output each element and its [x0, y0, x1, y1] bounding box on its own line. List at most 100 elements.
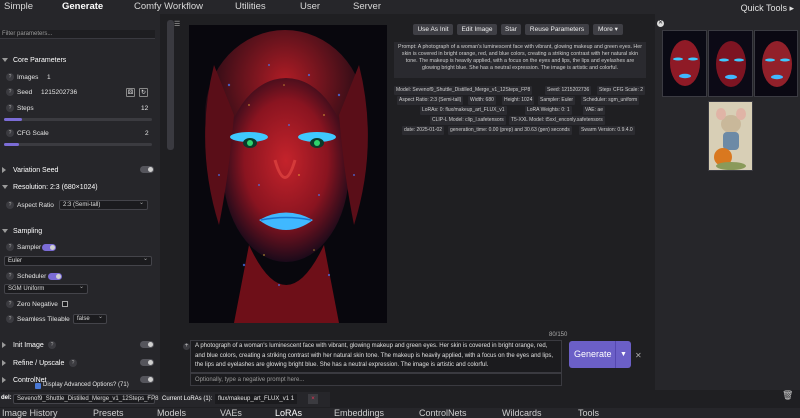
tab-vaes[interactable]: VAEs — [220, 408, 242, 418]
images-value[interactable]: 1 — [47, 74, 51, 81]
zero-negative-param: ? Zero Negative — [0, 298, 160, 310]
scheduler-toggle[interactable] — [48, 273, 62, 280]
variation-seed-toggle[interactable] — [140, 166, 154, 173]
token-counter: 80/150 — [549, 332, 568, 338]
core-parameters-header[interactable]: Core Parameters — [0, 54, 160, 66]
meta-width: Width: 680 — [468, 96, 496, 105]
cfg-param: ? CFG Scale 2 — [0, 127, 160, 139]
steps-label: Steps — [17, 104, 34, 112]
tab-tools[interactable]: Tools — [578, 408, 599, 418]
lora-chip[interactable]: flux/makeup_art_FLUX_v1 1 — [215, 394, 298, 404]
bottom-tabs: Image History Presets Models VAEs LoRAs … — [0, 408, 800, 418]
help-icon[interactable]: ? — [6, 300, 14, 308]
core-parameters-title: Core Parameters — [13, 56, 67, 64]
reuse-parameters-button[interactable]: Reuse Parameters — [525, 24, 589, 35]
generated-image[interactable] — [189, 25, 387, 323]
tab-comfy-workflow[interactable]: Comfy Workflow — [134, 1, 203, 12]
resolution-title: Resolution: 2:3 (680×1024) — [13, 183, 98, 191]
seed-input[interactable]: 1215202736 — [41, 89, 77, 96]
meta-date: date: 2025-01-02 — [402, 126, 445, 135]
steps-slider-fill — [4, 118, 22, 121]
aspect-ratio-select[interactable]: 2:3 (Semi-tall) — [59, 199, 148, 210]
use-as-init-button[interactable]: Use As Init — [413, 24, 453, 35]
tab-simple[interactable]: Simple — [4, 1, 33, 12]
help-icon[interactable]: ? — [48, 341, 56, 349]
seamless-select[interactable]: false — [73, 313, 107, 324]
edit-image-button[interactable]: Edit Image — [457, 24, 497, 35]
current-loras-label: Current LoRAs (1): — [162, 396, 213, 402]
cancel-icon[interactable]: ✕ — [635, 351, 642, 360]
generate-options-icon[interactable]: ▼ — [615, 341, 631, 368]
help-icon[interactable]: ? — [6, 104, 14, 112]
sampler-toggle[interactable] — [42, 244, 56, 251]
advanced-options-checkbox[interactable] — [35, 383, 41, 389]
random-seed-icon[interactable]: ⚄ — [126, 87, 135, 97]
help-icon[interactable]: ? — [6, 201, 14, 209]
variation-seed-title: Variation Seed — [13, 166, 59, 174]
negative-prompt-input[interactable]: Optionally, type a negative prompt here.… — [190, 373, 562, 386]
refine-upscale-toggle[interactable] — [140, 359, 154, 366]
model-select[interactable]: Sevenof9_Shuttle_Distilled_Merge_v1_12St… — [13, 393, 158, 404]
sampling-header[interactable]: Sampling — [0, 225, 160, 237]
tab-controlnets[interactable]: ControlNets — [419, 408, 467, 418]
current-loras: Current LoRAs (1): flux/makeup_art_FLUX_… — [160, 392, 320, 407]
history-thumbnail[interactable] — [708, 101, 753, 171]
add-icon[interactable]: + — [183, 343, 190, 350]
meta-t5: T5-XXL Model: t5xxl_enconly.safetensors — [509, 116, 605, 125]
resolution-header[interactable]: Resolution: 2:3 (680×1024) — [0, 181, 160, 193]
help-icon[interactable]: ? — [6, 73, 14, 81]
scheduler-select[interactable]: SGM Uniform — [4, 283, 88, 294]
tab-image-history[interactable]: Image History — [2, 408, 58, 418]
help-icon[interactable]: ? — [6, 315, 14, 323]
variation-seed-header[interactable]: Variation Seed — [0, 164, 160, 176]
cfg-label: CFG Scale — [17, 129, 49, 137]
filter-parameters-input[interactable]: Filter parameters... — [0, 30, 155, 39]
trash-icon[interactable]: 🗑 — [782, 390, 793, 401]
panel-scrollbar[interactable] — [167, 20, 174, 150]
history-thumbnail[interactable] — [662, 30, 707, 97]
remove-lora-icon[interactable]: × — [308, 394, 318, 404]
tab-presets[interactable]: Presets — [93, 408, 124, 418]
star-button[interactable]: Star — [501, 24, 521, 35]
meta-seed: Seed: 1215202736 — [545, 86, 592, 95]
tab-wildcards[interactable]: Wildcards — [502, 408, 542, 418]
tab-generate[interactable]: Generate — [62, 1, 103, 12]
advanced-options-row: Display Advanced Options? (71) — [0, 381, 160, 390]
history-thumbnail[interactable] — [708, 30, 753, 97]
generate-button[interactable]: Generate ▼ — [569, 341, 631, 368]
images-label: Images — [17, 73, 39, 81]
tab-utilities[interactable]: Utilities — [235, 1, 266, 12]
help-icon[interactable]: ? — [6, 243, 14, 251]
sampling-title: Sampling — [13, 227, 43, 235]
steps-slider[interactable] — [4, 118, 152, 121]
tab-user[interactable]: User — [300, 1, 320, 12]
quick-tools-menu[interactable]: Quick Tools ▸ — [741, 3, 794, 14]
help-icon[interactable]: ? — [69, 359, 77, 367]
model-label: del: — [1, 395, 12, 401]
reuse-seed-icon[interactable]: ↻ — [139, 87, 148, 97]
meta-vae: VAE: ae — [583, 106, 605, 115]
steps-value[interactable]: 12 — [141, 105, 148, 112]
history-thumbnail[interactable] — [754, 30, 798, 97]
tab-server[interactable]: Server — [353, 1, 381, 12]
cfg-value[interactable]: 2 — [145, 130, 149, 137]
close-icon[interactable]: ✕ — [657, 20, 664, 27]
tab-loras[interactable]: LoRAs — [275, 408, 302, 418]
sampler-select[interactable]: Euler — [4, 255, 152, 266]
more-button[interactable]: More ▾ — [593, 24, 623, 35]
sampler-label: Sampler — [17, 243, 42, 251]
init-image-header[interactable]: Init Image ? — [0, 339, 160, 351]
prompt-input[interactable]: A photograph of a woman's luminescent fa… — [190, 340, 562, 373]
init-image-toggle[interactable] — [140, 341, 154, 348]
help-icon[interactable]: ? — [6, 88, 14, 96]
help-icon[interactable]: ? — [6, 129, 14, 137]
tab-models[interactable]: Models — [157, 408, 186, 418]
cfg-slider[interactable] — [4, 143, 152, 146]
zero-negative-checkbox[interactable] — [62, 301, 68, 307]
refine-upscale-header[interactable]: Refine / Upscale ? — [0, 357, 160, 369]
tab-embeddings[interactable]: Embeddings — [334, 408, 384, 418]
steps-param: ? Steps 12 — [0, 102, 160, 114]
parameters-panel: Filter parameters... Core Parameters ? I… — [0, 14, 160, 390]
panel-collapse-icon[interactable]: ☰ — [174, 20, 182, 28]
help-icon[interactable]: ? — [6, 272, 14, 280]
